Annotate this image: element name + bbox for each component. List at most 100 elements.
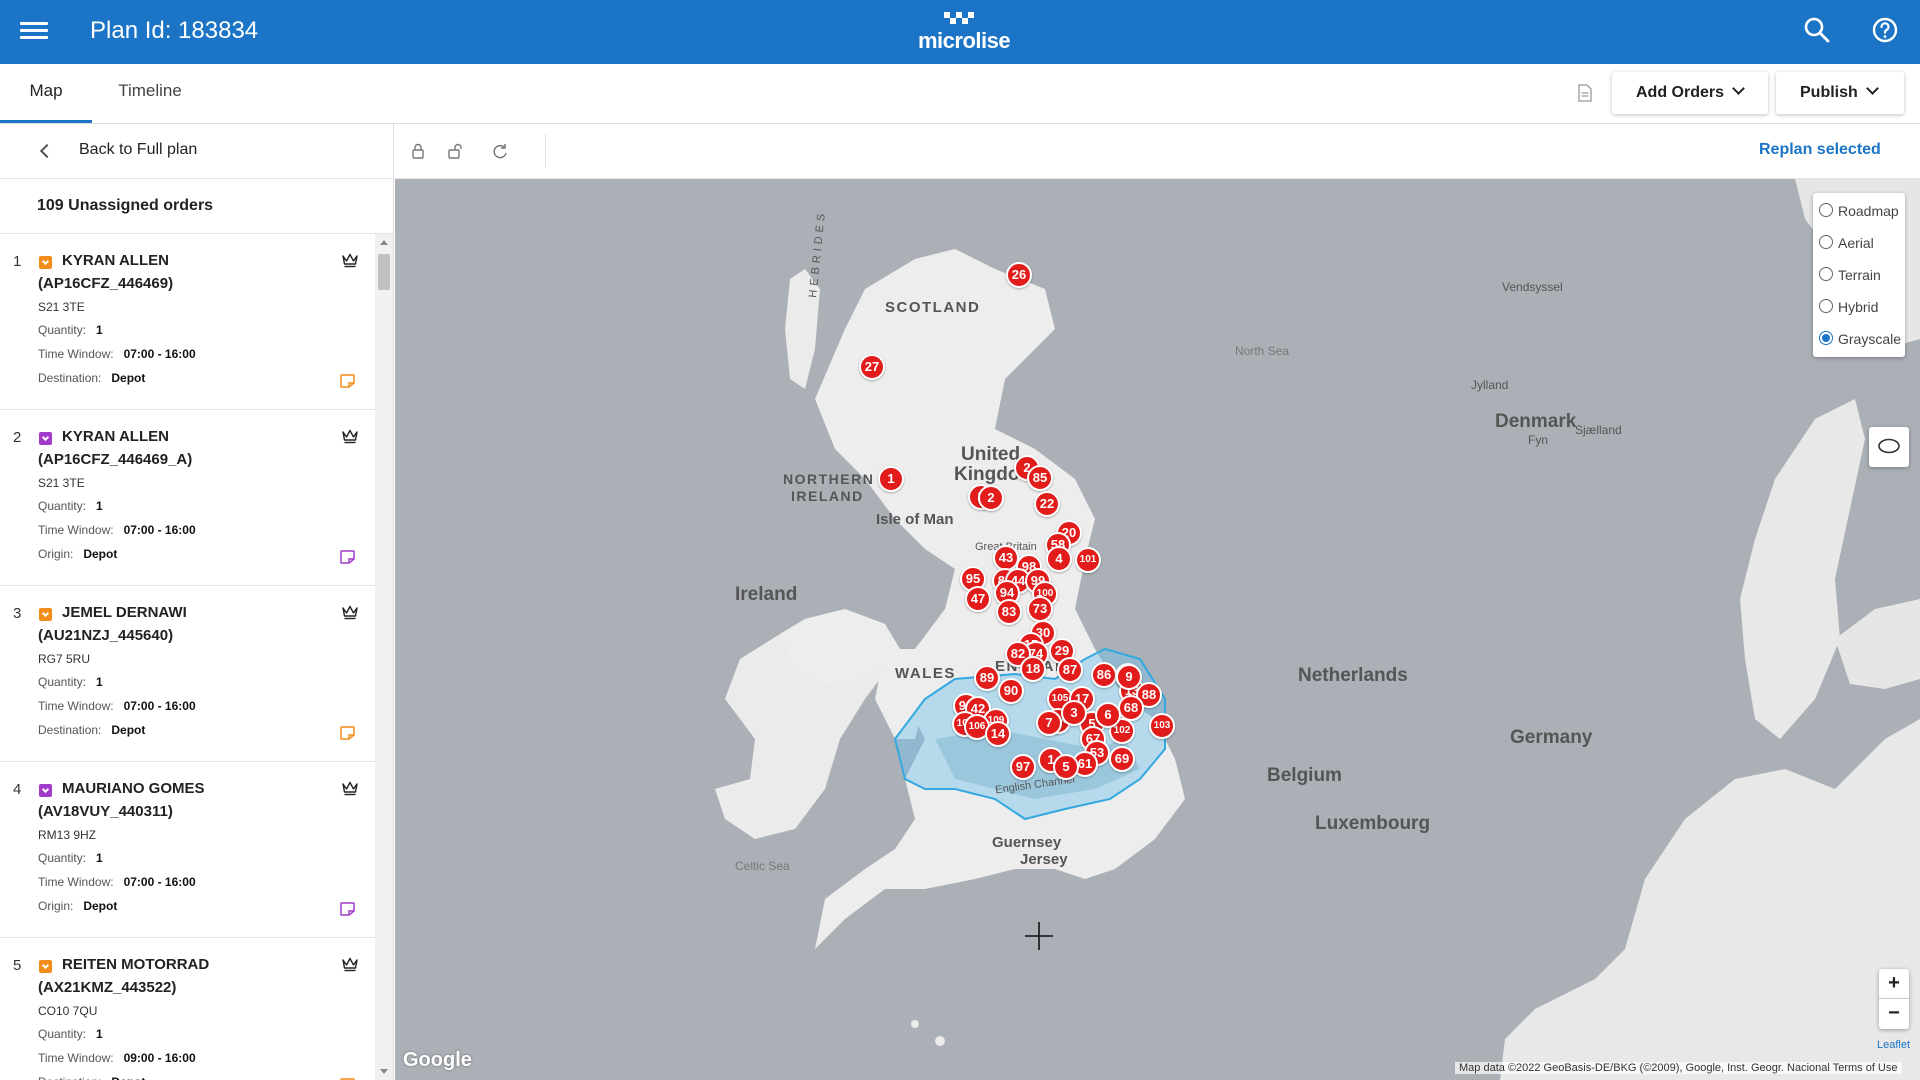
layer-option-hybrid[interactable]: Hybrid [1819, 295, 1905, 327]
map-marker[interactable]: 18 [1020, 656, 1046, 682]
map-marker[interactable]: 27 [859, 354, 885, 380]
map-attribution: Map data ©2022 GeoBasis-DE/BKG (©2009), … [1455, 1062, 1902, 1074]
order-list[interactable]: 1 KYRAN ALLEN (AP16CFZ_446469) S21 3TE Quant… [0, 234, 375, 1080]
tab-map[interactable]: Map [0, 64, 92, 123]
map-marker[interactable]: 1 [878, 466, 904, 492]
lock-icon[interactable] [409, 142, 427, 160]
layer-label: Hybrid [1838, 299, 1879, 315]
radio-icon[interactable] [1819, 235, 1833, 249]
order-card[interactable]: 3 JEMEL DERNAWI (AU21NZJ_445640) RG7 5RU Qua… [0, 586, 375, 762]
order-reference: (AP16CFZ_446469_A) [38, 451, 193, 468]
map-marker[interactable]: 69 [1109, 746, 1135, 772]
map-marker[interactable]: 97 [1010, 754, 1036, 780]
map-label-uk-1: United [961, 444, 1021, 465]
map-marker[interactable]: 89 [974, 665, 1000, 691]
replan-selected-button[interactable]: Replan selected [1759, 141, 1881, 159]
map-label-netherlands: Netherlands [1298, 665, 1408, 686]
layer-option-aerial[interactable]: Aerial [1819, 231, 1905, 263]
microlise-logo-icon [944, 12, 974, 24]
scroll-up-icon[interactable] [380, 240, 388, 245]
order-card[interactable]: 1 KYRAN ALLEN (AP16CFZ_446469) S21 3TE Quant… [0, 234, 375, 410]
map-marker[interactable]: 101 [1075, 547, 1101, 573]
map-canvas[interactable]: SCOTLAND HEBRIDES North Sea NORTHERN IRE… [395, 179, 1920, 1080]
map-marker[interactable]: 7 [1036, 710, 1062, 736]
layer-option-grayscale[interactable]: Grayscale [1819, 327, 1905, 359]
search-icon[interactable] [1803, 16, 1833, 46]
map-marker[interactable]: 85 [1027, 465, 1053, 491]
order-card[interactable]: 4 MAURIANO GOMES (AV18VUY_440311) RM13 9HZ Q… [0, 762, 375, 938]
map-toolbar: Replan selected [395, 124, 1920, 179]
add-orders-dropdown[interactable]: Add Orders [1612, 72, 1768, 114]
map-marker[interactable]: 22 [1034, 491, 1060, 517]
back-to-full-plan-button[interactable]: Back to Full plan [0, 124, 393, 179]
map-marker[interactable]: 5 [1053, 754, 1079, 780]
map-marker[interactable]: 2 [978, 485, 1004, 511]
map-marker[interactable]: 9 [1116, 664, 1142, 690]
map-marker[interactable]: 47 [965, 586, 991, 612]
note-icon[interactable] [340, 726, 355, 740]
map-marker[interactable]: 73 [1027, 596, 1053, 622]
zoom-out-button[interactable]: − [1879, 999, 1909, 1029]
order-postcode: CO10 7QU [38, 1004, 98, 1018]
radio-icon[interactable] [1819, 203, 1833, 217]
crown-icon[interactable] [341, 956, 359, 972]
layer-option-roadmap[interactable]: Roadmap [1819, 199, 1905, 231]
leaflet-link[interactable]: Leaflet [1877, 1039, 1910, 1051]
document-icon[interactable] [1578, 84, 1592, 102]
map-marker[interactable]: 87 [1057, 657, 1083, 683]
map-label-denmark: Denmark [1495, 411, 1577, 432]
layer-label: Grayscale [1838, 331, 1902, 347]
map-marker[interactable]: 14 [985, 721, 1011, 747]
map-marker[interactable]: 90 [998, 678, 1024, 704]
radio-icon[interactable] [1819, 299, 1833, 313]
order-number: 2 [13, 429, 22, 446]
order-time-window: Time Window: 09:00 - 16:00 [38, 1051, 196, 1065]
crosshair-cursor-icon [1025, 922, 1053, 950]
menu-icon[interactable] [20, 18, 48, 46]
map-label-vendsyssel: Vendsyssel [1502, 280, 1563, 294]
order-reference: (AU21NZJ_445640) [38, 627, 174, 644]
order-type-icon [39, 608, 52, 621]
zoom-in-button[interactable]: + [1879, 969, 1909, 999]
unlock-icon[interactable] [446, 142, 464, 160]
map-marker[interactable]: 86 [1091, 662, 1117, 688]
order-customer: KYRAN ALLEN [62, 428, 169, 445]
radio-icon[interactable] [1819, 331, 1833, 345]
publish-dropdown[interactable]: Publish [1776, 72, 1904, 114]
tab-timeline[interactable]: Timeline [96, 64, 204, 123]
brand-logo: microlise [918, 12, 1011, 54]
map-label-guernsey: Guernsey [992, 834, 1062, 851]
order-postcode: RM13 9HZ [38, 828, 97, 842]
map-label-north-sea: North Sea [1235, 344, 1290, 358]
unassigned-count: 109 Unassigned orders [37, 197, 214, 214]
order-location: Destination:Depot [38, 723, 146, 737]
refresh-icon[interactable] [491, 142, 509, 160]
map-marker[interactable]: 3 [1061, 700, 1087, 726]
map-marker[interactable]: 4 [1046, 546, 1072, 572]
crown-icon[interactable] [341, 252, 359, 268]
note-icon[interactable] [340, 550, 355, 564]
help-icon[interactable] [1871, 16, 1901, 46]
lasso-select-button[interactable] [1869, 427, 1909, 467]
scroll-thumb[interactable] [378, 254, 390, 290]
note-icon[interactable] [340, 374, 355, 388]
note-icon[interactable] [340, 902, 355, 916]
radio-icon[interactable] [1819, 267, 1833, 281]
map-marker[interactable]: 26 [1006, 262, 1032, 288]
brand-name: microlise [918, 28, 1011, 53]
page-title: Plan Id: 183834 [90, 17, 259, 44]
map-marker[interactable]: 6 [1095, 702, 1121, 728]
crown-icon[interactable] [341, 780, 359, 796]
sidebar-scrollbar[interactable] [375, 234, 393, 1080]
layer-option-terrain[interactable]: Terrain [1819, 263, 1905, 295]
order-quantity: Quantity: 1 [38, 323, 103, 337]
scroll-down-icon[interactable] [380, 1069, 388, 1074]
map-marker[interactable]: 103 [1149, 713, 1175, 739]
tab-bar: Map Timeline Add Orders Publish [0, 64, 1920, 124]
order-reference: (AV18VUY_440311) [38, 803, 173, 820]
order-card[interactable]: 5 REITEN MOTORRAD (AX21KMZ_443522) CO10 7QU… [0, 938, 375, 1080]
order-card[interactable]: 2 KYRAN ALLEN (AP16CFZ_446469_A) S21 3TE Qua… [0, 410, 375, 586]
map-marker[interactable]: 83 [996, 599, 1022, 625]
crown-icon[interactable] [341, 604, 359, 620]
crown-icon[interactable] [341, 428, 359, 444]
